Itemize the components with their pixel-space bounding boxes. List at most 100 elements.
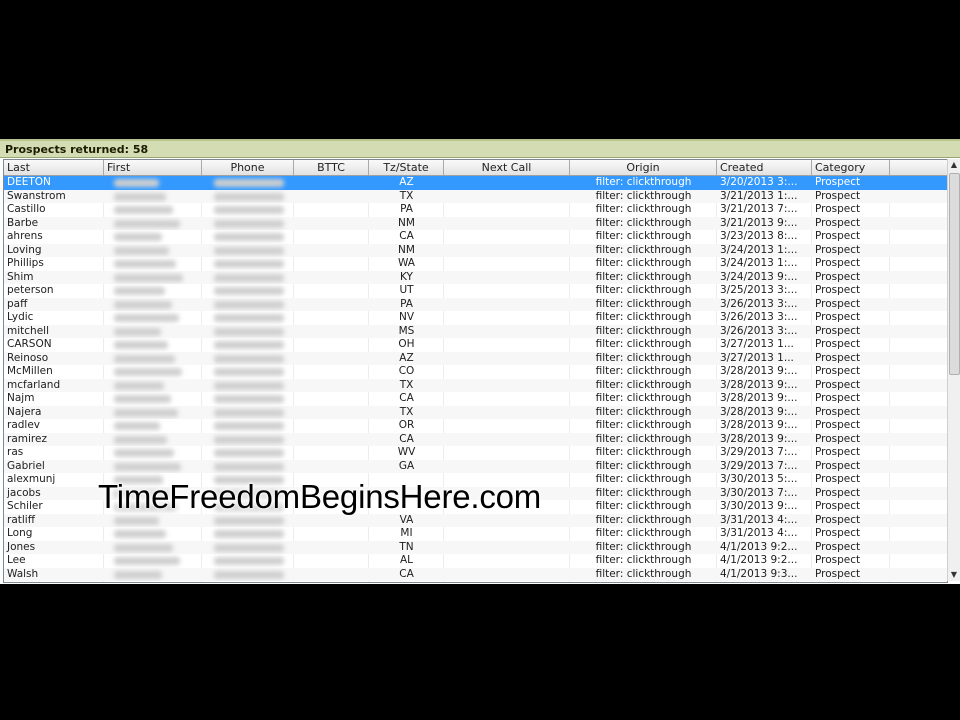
cell-bttc — [294, 379, 369, 393]
cell-last: mitchell — [7, 324, 49, 337]
cell-category: Prospect — [815, 446, 861, 458]
arrow-up-icon[interactable]: ▲ — [948, 159, 960, 171]
table-row[interactable]: Shim KY filter: clickthrough 3/24/2013 9:..… — [4, 270, 947, 284]
table-row[interactable]: ahrens CA filter: clickthrough 3/23/2013 8:… — [4, 230, 947, 244]
cell-created: 3/26/2013 3:... — [720, 297, 798, 310]
redacted-blur — [114, 341, 168, 349]
redacted-blur — [114, 260, 176, 268]
redacted-blur — [214, 462, 284, 471]
column-header-category[interactable]: Category — [812, 160, 890, 175]
table-row[interactable]: mitchell MS filter: clickthrough 3/26/2013 … — [4, 324, 947, 338]
table-row[interactable]: McMillen CO filter: clickthrough 3/28/2013 … — [4, 365, 947, 379]
cell-origin: filter: clickthrough — [595, 351, 692, 364]
table-row[interactable]: Loving NM filter: clickthrough 3/24/2013 1:… — [4, 243, 947, 258]
cell-created: 3/24/2013 9:... — [720, 270, 798, 283]
redacted-blur — [114, 354, 175, 363]
cell-created: 3/30/2013 9:... — [720, 500, 798, 512]
cell-first — [104, 460, 202, 474]
cell-created: 4/1/2013 9:2... — [720, 540, 798, 553]
cell-origin: filter: clickthrough — [595, 297, 692, 310]
cell-category: Prospect — [815, 419, 861, 431]
cell-first — [104, 419, 202, 433]
redacted-blur — [114, 381, 164, 390]
cell-next-call — [444, 284, 570, 298]
table-row[interactable]: CARSON OH filter: clickthrough 3/27/2013 1.… — [4, 338, 947, 352]
table-row[interactable]: Swanstrom TX filter: clickthrough 3/21/2013… — [4, 189, 947, 204]
cell-created: 3/29/2013 7:... — [720, 446, 798, 458]
table-row[interactable]: Najm CA filter: clickthrough 3/28/2013 9:..… — [4, 392, 947, 406]
cell-state: NM — [398, 243, 415, 256]
cell-origin: filter: clickthrough — [595, 554, 692, 566]
table-row[interactable]: Barbe NM filter: clickthrough 3/21/2013 9:.… — [4, 216, 947, 231]
table-row[interactable]: Lee AL filter: clickthrough 4/1/2013 9:2...… — [4, 554, 947, 568]
cell-created: 3/21/2013 1:... — [720, 189, 798, 202]
redacted-blur — [214, 368, 284, 376]
column-header-last[interactable]: Last — [4, 160, 104, 175]
table-row[interactable]: ramirez CA filter: clickthrough 3/28/2013 9… — [4, 432, 947, 446]
cell-bttc — [294, 176, 369, 190]
redacted-blur — [114, 206, 173, 214]
cell-origin: filter: clickthrough — [595, 459, 692, 472]
table-row[interactable]: ras WV filter: clickthrough 3/29/2013 7:...… — [4, 446, 947, 460]
cell-next-call — [444, 419, 570, 433]
arrow-down-icon[interactable]: ▼ — [948, 569, 960, 581]
vertical-scrollbar[interactable]: ▲ ▼ — [947, 159, 960, 581]
cell-category: Prospect — [815, 540, 861, 553]
column-header-bttc[interactable]: BTTC — [294, 160, 369, 175]
redacted-blur — [214, 530, 284, 538]
cell-last: Loving — [7, 243, 42, 256]
cell-origin: filter: clickthrough — [595, 176, 692, 188]
cell-next-call — [444, 392, 570, 406]
cell-category: Prospect — [815, 297, 861, 310]
table-row[interactable]: peterson UT filter: clickthrough 3/25/2013 … — [4, 284, 947, 298]
cell-created: 3/30/2013 5:... — [720, 473, 798, 485]
table-row[interactable]: Long MI filter: clickthrough 3/31/2013 4:..… — [4, 527, 947, 541]
column-header-next-call[interactable]: Next Call — [444, 160, 570, 175]
redacted-blur — [214, 354, 284, 363]
cell-next-call — [444, 311, 570, 325]
column-header-created[interactable]: Created — [717, 160, 812, 175]
table-row[interactable]: Reinoso AZ filter: clickthrough 3/27/2013 1… — [4, 351, 947, 365]
cell-category: Prospect — [815, 459, 861, 472]
table-row[interactable]: Castillo PA filter: clickthrough 3/21/2013 … — [4, 203, 947, 217]
cell-created: 3/31/2013 4:... — [720, 513, 798, 526]
table-row[interactable]: DEETON AZ filter: clickthrough 3/20/2013 3:… — [4, 176, 947, 190]
cell-category: Prospect — [815, 284, 861, 296]
cell-phone — [202, 217, 294, 231]
cell-last: McMillen — [7, 365, 53, 377]
cell-first — [104, 190, 202, 204]
column-header-first[interactable]: First — [104, 160, 202, 175]
cell-origin: filter: clickthrough — [595, 270, 692, 283]
cell-origin: filter: clickthrough — [595, 473, 692, 485]
cell-category: Prospect — [815, 176, 861, 188]
table-row[interactable]: Jones TN filter: clickthrough 4/1/2013 9:2.… — [4, 540, 947, 554]
cell-origin: filter: clickthrough — [595, 500, 692, 512]
redacted-blur — [114, 179, 159, 187]
table-row[interactable]: Lydic NV filter: clickthrough 3/26/2013 3:.… — [4, 311, 947, 325]
redacted-blur — [214, 192, 284, 201]
table-row[interactable]: Gabriel GA filter: clickthrough 3/29/2013 7… — [4, 459, 947, 474]
column-header-phone[interactable]: Phone — [202, 160, 294, 175]
prospects-grid[interactable]: Last First Phone BTTC Tz/State Next Call Origi… — [3, 159, 948, 583]
redacted-blur — [214, 449, 284, 457]
cell-last: ahrens — [7, 230, 43, 242]
cell-origin: filter: clickthrough — [595, 378, 692, 391]
column-header-tz-state[interactable]: Tz/State — [369, 160, 444, 175]
redacted-blur — [214, 395, 284, 403]
table-row[interactable]: mcfarland TX filter: clickthrough 3/28/2013… — [4, 378, 947, 393]
table-row[interactable]: paff PA filter: clickthrough 3/26/2013 3:..… — [4, 297, 947, 311]
cell-category: Prospect — [815, 230, 861, 242]
table-row[interactable]: Walsh CA filter: clickthrough 4/1/2013 9:3.… — [4, 567, 947, 581]
cell-category: Prospect — [815, 203, 861, 215]
table-row[interactable]: Najera TX filter: clickthrough 3/28/2013 9:… — [4, 405, 947, 419]
cell-first — [104, 217, 202, 231]
cell-origin: filter: clickthrough — [595, 405, 692, 418]
table-row[interactable]: radlev OR filter: clickthrough 3/28/2013 9:… — [4, 419, 947, 433]
redacted-blur — [114, 246, 169, 255]
cell-bttc — [294, 311, 369, 325]
cell-origin: filter: clickthrough — [595, 216, 692, 229]
column-header-origin[interactable]: Origin — [570, 160, 717, 175]
scrollbar-thumb[interactable] — [949, 173, 960, 375]
table-row[interactable]: Phillips WA filter: clickthrough 3/24/2013 … — [4, 257, 947, 271]
cell-first — [104, 244, 202, 258]
